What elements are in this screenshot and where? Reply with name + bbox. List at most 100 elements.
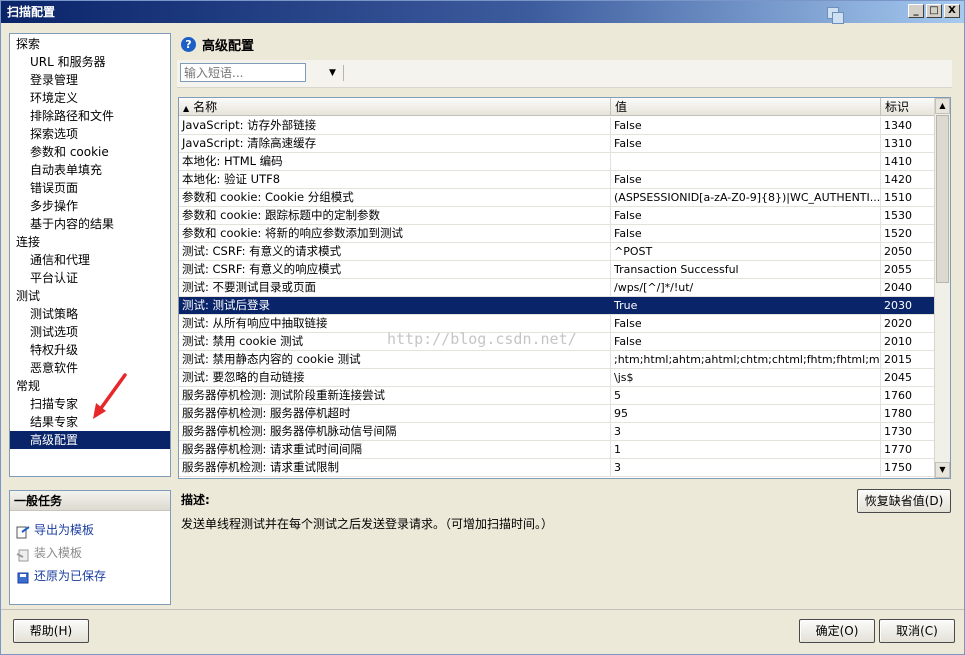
grid-rows: JavaScript: 访存外部链接 False 1340 JavaScript: 清…	[179, 117, 936, 477]
cell-id: 1770	[881, 441, 936, 458]
tree-item[interactable]: 环境定义	[10, 89, 170, 107]
tree-category[interactable]: 测试	[10, 287, 170, 305]
minimize-button[interactable]: _	[908, 4, 924, 18]
chevron-down-icon[interactable]: ▼	[329, 68, 336, 78]
cell-name: 测试: 禁用 cookie 测试	[179, 333, 611, 350]
vertical-scrollbar[interactable]: ▲ ▼	[934, 98, 950, 478]
cell-value: (ASPSESSIONID[a-zA-Z0-9]{8})|WC_AUTHENTI…	[611, 189, 881, 206]
cell-name: 测试: 从所有响应中抽取链接	[179, 315, 611, 332]
cell-id: 1530	[881, 207, 936, 224]
description-label: 描述:	[181, 493, 210, 507]
cell-value: \js$	[611, 369, 881, 386]
help-button[interactable]: 帮助(H)	[13, 619, 89, 643]
task-export-template[interactable]: 导出为模板	[10, 519, 170, 542]
cell-name: JavaScript: 访存外部链接	[179, 117, 611, 134]
tree-item[interactable]: 平台认证	[10, 269, 170, 287]
footer-divider	[1, 609, 964, 610]
cell-value: 1	[611, 441, 881, 458]
tree-item[interactable]: 探索选项	[10, 125, 170, 143]
cell-value: False	[611, 117, 881, 134]
table-row[interactable]: 测试: CSRF: 有意义的响应模式 Transaction Successful…	[179, 261, 936, 279]
window-title: 扫描配置	[7, 5, 56, 19]
task-label: 装入模板	[34, 546, 83, 560]
task-restore-saved[interactable]: 还原为已保存	[10, 565, 170, 588]
table-row[interactable]: 服务器停机检测: 服务器停机脉动信号间隔 3 1730	[179, 423, 936, 441]
task-label: 导出为模板	[34, 523, 95, 537]
cancel-button[interactable]: 取消(C)	[879, 619, 955, 643]
tree-item[interactable]: 多步操作	[10, 197, 170, 215]
tree-category[interactable]: 连接	[10, 233, 170, 251]
ok-button[interactable]: 确定(O)	[799, 619, 875, 643]
cell-name: 测试: 不要测试目录或页面	[179, 279, 611, 296]
cell-value: False	[611, 207, 881, 224]
restore-layout-icon[interactable]	[827, 7, 847, 25]
column-header-value[interactable]: 值	[611, 98, 881, 116]
tree-item[interactable]: 高级配置	[10, 431, 170, 449]
cell-id: 1780	[881, 405, 936, 422]
cell-name: 服务器停机检测: 请求重试限制	[179, 459, 611, 476]
cell-id: 1420	[881, 171, 936, 188]
scroll-down-button[interactable]: ▼	[935, 462, 950, 478]
cell-value: ^POST	[611, 243, 881, 260]
close-button[interactable]: X	[944, 4, 960, 18]
table-row[interactable]: 服务器停机检测: 请求重试时间间隔 1 1770	[179, 441, 936, 459]
general-tasks-panel: 一般任务 导出为模板 装入模板 还原为已保存	[9, 490, 171, 605]
table-row[interactable]: 服务器停机检测: 测试阶段重新连接尝试 5 1760	[179, 387, 936, 405]
cell-id: 2045	[881, 369, 936, 386]
search-bar: ▼	[177, 60, 952, 88]
grid-header: ▲ 名称 值 标识	[179, 98, 936, 116]
cell-id: 1340	[881, 117, 936, 134]
restore-saved-icon	[16, 570, 30, 584]
scroll-up-button[interactable]: ▲	[935, 98, 950, 114]
tree-item[interactable]: 特权升级	[10, 341, 170, 359]
task-load-template[interactable]: 装入模板	[10, 542, 170, 565]
cell-value: /wps/[^/]*/!ut/	[611, 279, 881, 296]
table-row[interactable]: 参数和 cookie: 将新的响应参数添加到测试 False 1520	[179, 225, 936, 243]
toolbar-divider	[343, 65, 344, 81]
help-icon[interactable]: ?	[181, 37, 196, 52]
tree-item[interactable]: URL 和服务器	[10, 53, 170, 71]
tree-item[interactable]: 测试选项	[10, 323, 170, 341]
tree-item[interactable]: 参数和 cookie	[10, 143, 170, 161]
table-row[interactable]: 测试: 禁用 cookie 测试 False 2010	[179, 333, 936, 351]
cell-id: 1520	[881, 225, 936, 242]
cell-value: False	[611, 333, 881, 350]
table-row[interactable]: 测试: 从所有响应中抽取链接 False 2020	[179, 315, 936, 333]
tree-item[interactable]: 基于内容的结果	[10, 215, 170, 233]
tree-item[interactable]: 登录管理	[10, 71, 170, 89]
tree-item[interactable]: 排除路径和文件	[10, 107, 170, 125]
tree-item[interactable]: 自动表单填充	[10, 161, 170, 179]
table-row[interactable]: 服务器停机检测: 服务器停机超时 95 1780	[179, 405, 936, 423]
cell-name: 服务器停机检测: 服务器停机脉动信号间隔	[179, 423, 611, 440]
tree-item[interactable]: 测试策略	[10, 305, 170, 323]
restore-defaults-button[interactable]: 恢复缺省值(D)	[857, 489, 951, 513]
table-row[interactable]: 测试: 测试后登录 True 2030	[179, 297, 936, 315]
table-row[interactable]: 参数和 cookie: Cookie 分组模式 (ASPSESSIONID[a-z…	[179, 189, 936, 207]
table-row[interactable]: 测试: 不要测试目录或页面/wps/[^/]*/!ut/2040	[179, 279, 936, 297]
cell-value: Transaction Successful	[611, 261, 881, 278]
cell-name: JavaScript: 清除高速缓存	[179, 135, 611, 152]
scroll-thumb[interactable]	[936, 115, 949, 283]
tree-category[interactable]: 探索	[10, 35, 170, 53]
cell-value: True	[611, 297, 881, 314]
description-text: 发送单线程测试并在每个测试之后发送登录请求。（可增加扫描时间。）	[181, 517, 554, 531]
column-header-name[interactable]: ▲ 名称	[179, 98, 611, 116]
table-row[interactable]: 测试: 禁用静态内容的 cookie 测试 ;htm;html;ahtm;ahtm…	[179, 351, 936, 369]
table-row[interactable]: 参数和 cookie: 跟踪标题中的定制参数 False 1530	[179, 207, 936, 225]
maximize-button[interactable]: □	[926, 4, 942, 18]
table-row[interactable]: JavaScript: 清除高速缓存 False 1310	[179, 135, 936, 153]
cell-id: 2040	[881, 279, 936, 296]
tree-item[interactable]: 错误页面	[10, 179, 170, 197]
table-row[interactable]: JavaScript: 访存外部链接 False 1340	[179, 117, 936, 135]
search-input[interactable]	[180, 63, 306, 82]
table-row[interactable]: 服务器停机检测: 请求重试限制 3 1750	[179, 459, 936, 477]
cell-name: 参数和 cookie: 跟踪标题中的定制参数	[179, 207, 611, 224]
tree-item[interactable]: 通信和代理	[10, 251, 170, 269]
cell-value: False	[611, 135, 881, 152]
column-header-id[interactable]: 标识	[881, 98, 936, 116]
cell-name: 服务器停机检测: 服务器停机超时	[179, 405, 611, 422]
table-row[interactable]: 测试: CSRF: 有意义的请求模式 ^POST 2050	[179, 243, 936, 261]
table-row[interactable]: 本地化: HTML 编码 1410	[179, 153, 936, 171]
table-row[interactable]: 本地化: 验证 UTF8 False 1420	[179, 171, 936, 189]
table-row[interactable]: 测试: 要忽略的自动链接 \js$ 2045	[179, 369, 936, 387]
